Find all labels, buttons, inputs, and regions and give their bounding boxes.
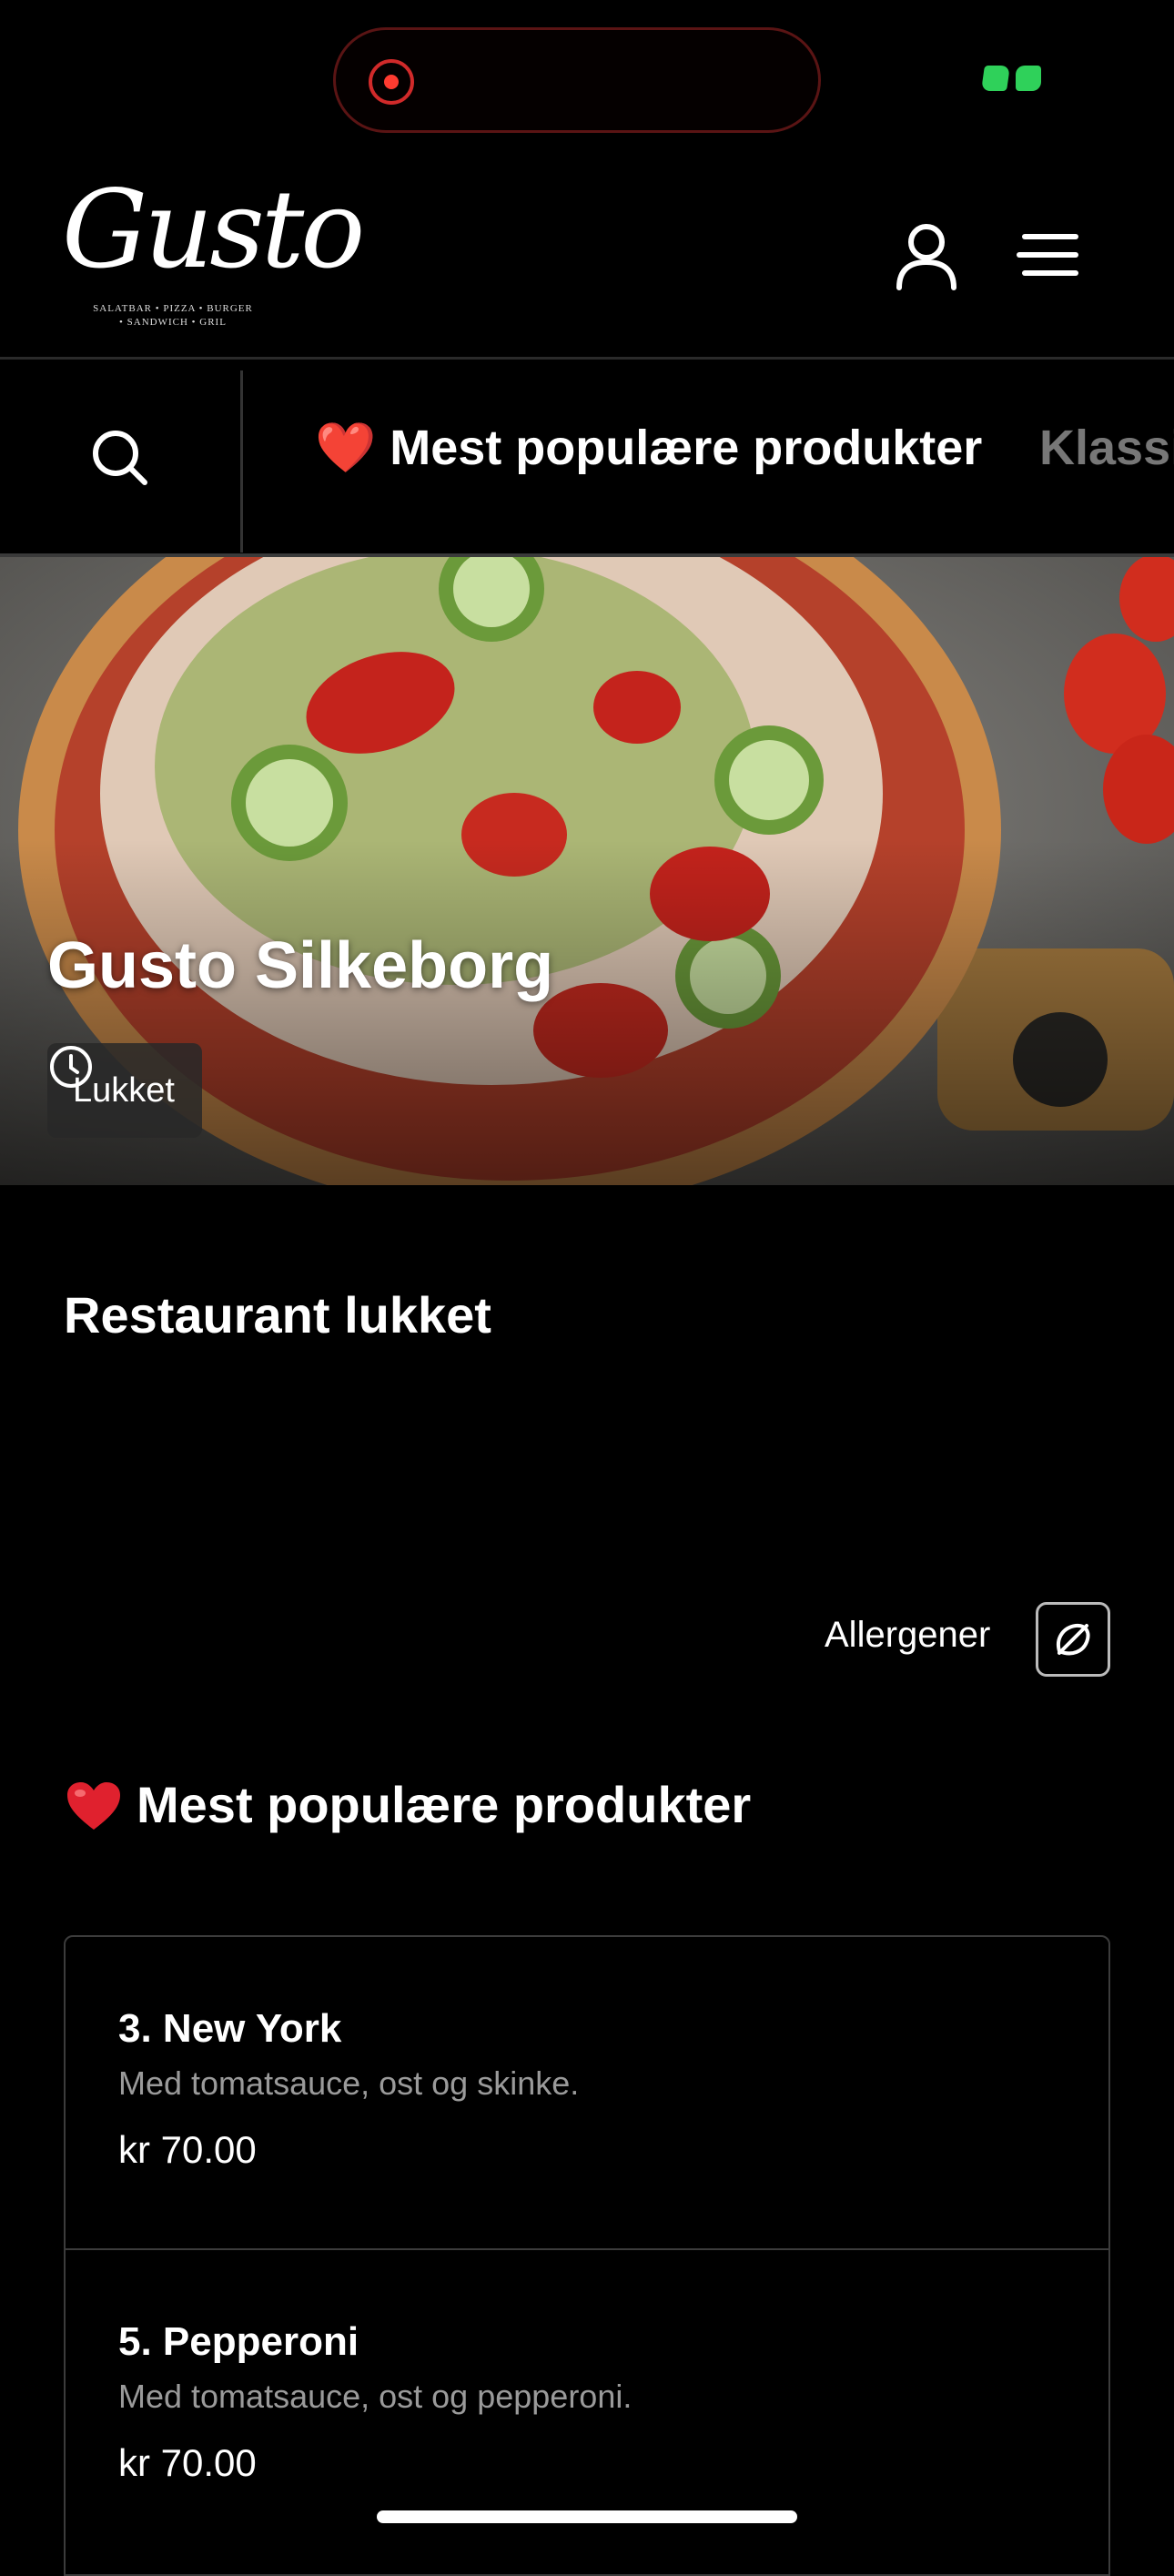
tab-klassiske[interactable]: Klassi bbox=[1039, 420, 1174, 476]
home-indicator[interactable] bbox=[377, 2510, 797, 2523]
search-icon bbox=[93, 430, 147, 485]
logo-text: Gusto bbox=[62, 167, 365, 292]
product-price: kr 70.00 bbox=[118, 2441, 257, 2484]
status-badge: Lukket bbox=[47, 1043, 202, 1138]
record-icon bbox=[369, 59, 414, 105]
allergen-label[interactable]: Allergener bbox=[825, 1615, 990, 1656]
product-card[interactable]: 5. Pepperoni Med tomatsauce, ost og pepp… bbox=[64, 2248, 1110, 2576]
search-button[interactable] bbox=[0, 360, 240, 555]
product-name: 3. New York bbox=[118, 2006, 342, 2051]
dynamic-island bbox=[333, 27, 821, 133]
clock-icon bbox=[50, 1046, 92, 1088]
header: Gusto SALATBAR • PIZZA • BURGER • SANDWI… bbox=[0, 146, 1174, 357]
status-indicator-icon bbox=[981, 66, 1041, 91]
logo[interactable]: Gusto SALATBAR • PIZZA • BURGER • SANDWI… bbox=[62, 149, 365, 357]
logo-tagline: SALATBAR • PIZZA • BURGER • SANDWICH • G… bbox=[62, 302, 284, 330]
product-price: kr 70.00 bbox=[118, 2128, 257, 2171]
menu-icon[interactable] bbox=[1014, 218, 1087, 291]
category-bar: ❤️ Mest populære produkter Klassi bbox=[0, 360, 1174, 555]
allergen-button[interactable] bbox=[1036, 1602, 1110, 1677]
product-card[interactable]: 3. New York Med tomatsauce, ost og skink… bbox=[64, 1935, 1110, 2250]
hero-banner: Gusto Silkeborg Lukket bbox=[0, 557, 1174, 1185]
logo-tagline-line-2: • SANDWICH • GRIL bbox=[119, 317, 227, 328]
product-description: Med tomatsauce, ost og pepperoni. bbox=[118, 2378, 633, 2415]
category-divider bbox=[240, 370, 243, 553]
logo-tagline-line-1: SALATBAR • PIZZA • BURGER bbox=[93, 303, 253, 314]
allergen-icon bbox=[1057, 1623, 1090, 1656]
restaurant-title: Gusto Silkeborg bbox=[47, 929, 554, 1002]
closed-notice: Restaurant lukket bbox=[64, 1286, 491, 1344]
heart-icon bbox=[67, 1782, 120, 1830]
section-title: Mest populære produkter bbox=[137, 1776, 752, 1833]
user-icon[interactable] bbox=[890, 218, 963, 291]
tab-mest-populaere[interactable]: ❤️ Mest populære produkter bbox=[315, 420, 982, 477]
product-description: Med tomatsauce, ost og skinke. bbox=[118, 2064, 580, 2102]
product-name: 5. Pepperoni bbox=[118, 2319, 359, 2364]
